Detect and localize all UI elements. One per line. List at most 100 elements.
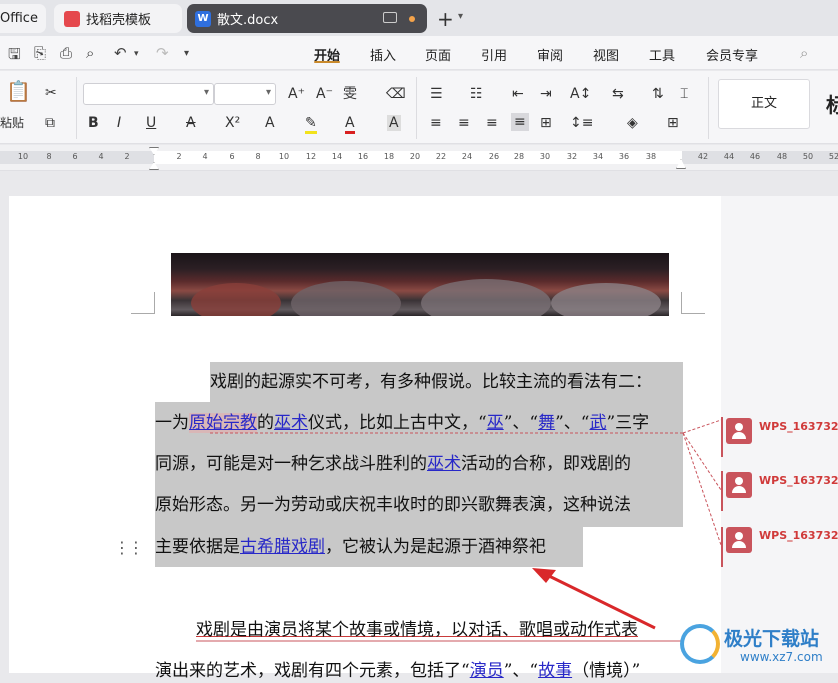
tab-office[interactable]: Office bbox=[0, 4, 46, 33]
chevron-down-icon[interactable]: ▾ bbox=[458, 11, 463, 22]
user-avatar-icon bbox=[726, 418, 752, 444]
copy-icon[interactable]: ⧉ bbox=[45, 115, 55, 131]
save-icon[interactable]: 🖫 bbox=[8, 44, 21, 69]
font-color-icon[interactable]: A bbox=[345, 115, 355, 134]
hyperlink[interactable]: 巫术 bbox=[427, 454, 461, 474]
header-image[interactable] bbox=[171, 253, 669, 316]
hyperlink[interactable]: 武 bbox=[589, 413, 606, 433]
export-icon[interactable]: ⎘ bbox=[34, 44, 46, 62]
ruler-number: 6 bbox=[229, 152, 235, 161]
new-tab-icon[interactable]: + bbox=[437, 7, 454, 31]
hyperlink[interactable]: 古希腊戏剧 bbox=[240, 537, 325, 557]
margin-corner-mark bbox=[131, 292, 155, 314]
justify-icon[interactable]: ≡ bbox=[511, 113, 529, 131]
phonetic-icon[interactable]: 雯 bbox=[343, 86, 357, 102]
bold-icon[interactable]: B bbox=[88, 115, 99, 131]
menu-review[interactable]: 审阅 bbox=[537, 45, 563, 64]
char-shading-icon[interactable]: A bbox=[387, 115, 401, 131]
ruler-number: 26 bbox=[488, 152, 500, 161]
hyperlink[interactable]: 故事 bbox=[538, 661, 572, 681]
menu-view[interactable]: 视图 bbox=[593, 45, 619, 64]
show-marks-icon[interactable]: ⌶ bbox=[680, 86, 688, 102]
paste-icon[interactable]: 📋 bbox=[6, 81, 31, 101]
undo-icon[interactable]: ↶ bbox=[114, 44, 127, 62]
screen-icon[interactable] bbox=[383, 12, 397, 23]
font-size-combo[interactable]: ▾ bbox=[214, 83, 276, 105]
comment-bar bbox=[721, 471, 723, 511]
shading-icon[interactable]: ◈ bbox=[627, 115, 638, 131]
ruler-number: 32 bbox=[566, 152, 578, 161]
paragraph-line: 一为原始宗教的巫术仪式，比如上古中文，“巫”、“舞”、“武”三字 bbox=[155, 411, 649, 435]
style-normal[interactable]: 正文 bbox=[718, 79, 810, 129]
menu-page[interactable]: 页面 bbox=[425, 45, 451, 64]
hyperlink[interactable]: 巫 bbox=[487, 413, 504, 433]
borders-icon[interactable]: ⊞ bbox=[667, 115, 679, 131]
ruler-number: 28 bbox=[513, 152, 525, 161]
number-list-icon[interactable]: ☷ bbox=[470, 86, 483, 102]
ruler-number: 16 bbox=[357, 152, 369, 161]
text-direction-icon[interactable]: A↕ bbox=[570, 86, 591, 102]
line-spacing-icon[interactable]: ↕≡ bbox=[570, 115, 593, 131]
cut-icon[interactable]: ✂ bbox=[45, 85, 57, 101]
clear-format-icon[interactable]: ⌫ bbox=[386, 86, 406, 102]
distribute-icon[interactable]: ⊞ bbox=[540, 115, 552, 131]
horizontal-ruler[interactable]: 10 8 6 4 2 2 4 6 8 10 12 14 16 18 20 22 24 26 28 30 32 34 36 38… bbox=[0, 145, 838, 171]
italic-icon[interactable]: I bbox=[117, 115, 121, 131]
undo-dropdown-icon[interactable]: ▾ bbox=[134, 49, 139, 59]
text-run: ”、“ bbox=[503, 413, 539, 433]
sort-icon[interactable]: ⇆ bbox=[612, 86, 624, 102]
comment-card[interactable]: WPS_1637326 bbox=[726, 472, 838, 500]
redo-icon[interactable]: ↷ bbox=[156, 44, 169, 62]
comment-author: WPS_1637326 bbox=[759, 474, 838, 487]
grow-font-icon[interactable]: A⁺ bbox=[288, 86, 305, 102]
increase-indent-icon[interactable]: ⇥ bbox=[540, 86, 552, 102]
unsaved-dot-icon bbox=[409, 16, 415, 22]
hyperlink[interactable]: 演员 bbox=[470, 661, 504, 681]
print-preview-icon[interactable]: ⌕ bbox=[86, 44, 94, 62]
search-icon[interactable]: ⌕ bbox=[800, 44, 808, 62]
ruler-number: 10 bbox=[278, 152, 290, 161]
ruler-number: 18 bbox=[383, 152, 395, 161]
paragraph-line: 戏剧是由演员将某个故事或情境，以对话、歌唱或动作式表 bbox=[196, 618, 638, 642]
tab-template[interactable]: 找稻壳模板 bbox=[54, 4, 182, 33]
docer-icon bbox=[64, 10, 80, 27]
sort-az-icon[interactable]: ⇅ bbox=[652, 86, 664, 102]
text-run: ”、“ bbox=[503, 661, 539, 681]
print-icon[interactable]: ⎙ bbox=[60, 44, 72, 62]
menu-member[interactable]: 会员专享 bbox=[706, 45, 758, 64]
style-heading[interactable]: 标 bbox=[826, 89, 838, 118]
align-center-icon[interactable]: ≡ bbox=[458, 115, 470, 131]
menu-insert[interactable]: 插入 bbox=[370, 45, 396, 64]
hyperlink[interactable]: 巫术 bbox=[274, 413, 308, 433]
font-name-combo[interactable]: ▾ bbox=[83, 83, 214, 105]
highlight-icon[interactable]: ✎ bbox=[305, 115, 317, 134]
text-effect-icon[interactable]: A bbox=[265, 115, 275, 131]
drag-handle-icon[interactable]: ⋮⋮ bbox=[114, 538, 144, 557]
ruler-number: 8 bbox=[46, 152, 52, 161]
comment-card[interactable]: WPS_1637326 bbox=[726, 527, 838, 555]
tab-document[interactable]: W 散文.docx bbox=[187, 4, 427, 33]
paragraph-line: 戏剧的起源实不可考，有多种假说。比较主流的看法有二： bbox=[210, 370, 652, 394]
align-right-icon[interactable]: ≡ bbox=[486, 115, 498, 131]
align-left-icon[interactable]: ≡ bbox=[430, 115, 442, 131]
menu-tools[interactable]: 工具 bbox=[649, 45, 675, 64]
hyperlink[interactable]: 原始宗教 bbox=[189, 413, 257, 433]
shrink-font-icon[interactable]: A⁻ bbox=[316, 86, 333, 102]
text-run: 演出来的艺术，戏剧有四个元素，包括了“ bbox=[155, 661, 470, 681]
bullet-list-icon[interactable]: ☰ bbox=[430, 86, 443, 102]
ruler-number: 52 bbox=[828, 152, 838, 161]
more-chevron-icon[interactable]: ▾ bbox=[184, 48, 189, 59]
ruler-number: 4 bbox=[98, 152, 104, 161]
text-run: 仪式，比如上古中文，“ bbox=[308, 413, 487, 433]
superscript-icon[interactable]: X² bbox=[225, 115, 240, 131]
ruler-number: 2 bbox=[176, 152, 182, 161]
menu-references[interactable]: 引用 bbox=[481, 45, 507, 64]
decrease-indent-icon[interactable]: ⇤ bbox=[512, 86, 524, 102]
hyperlink[interactable]: 舞 bbox=[538, 413, 555, 433]
comment-card[interactable]: WPS_1637326 bbox=[726, 418, 838, 446]
strikethrough-icon[interactable]: A bbox=[186, 115, 196, 131]
tab-document-label: 散文.docx bbox=[217, 13, 279, 28]
paste-label[interactable]: 粘贴 bbox=[0, 115, 24, 131]
underline-icon[interactable]: U bbox=[146, 115, 156, 131]
divider bbox=[708, 77, 709, 139]
